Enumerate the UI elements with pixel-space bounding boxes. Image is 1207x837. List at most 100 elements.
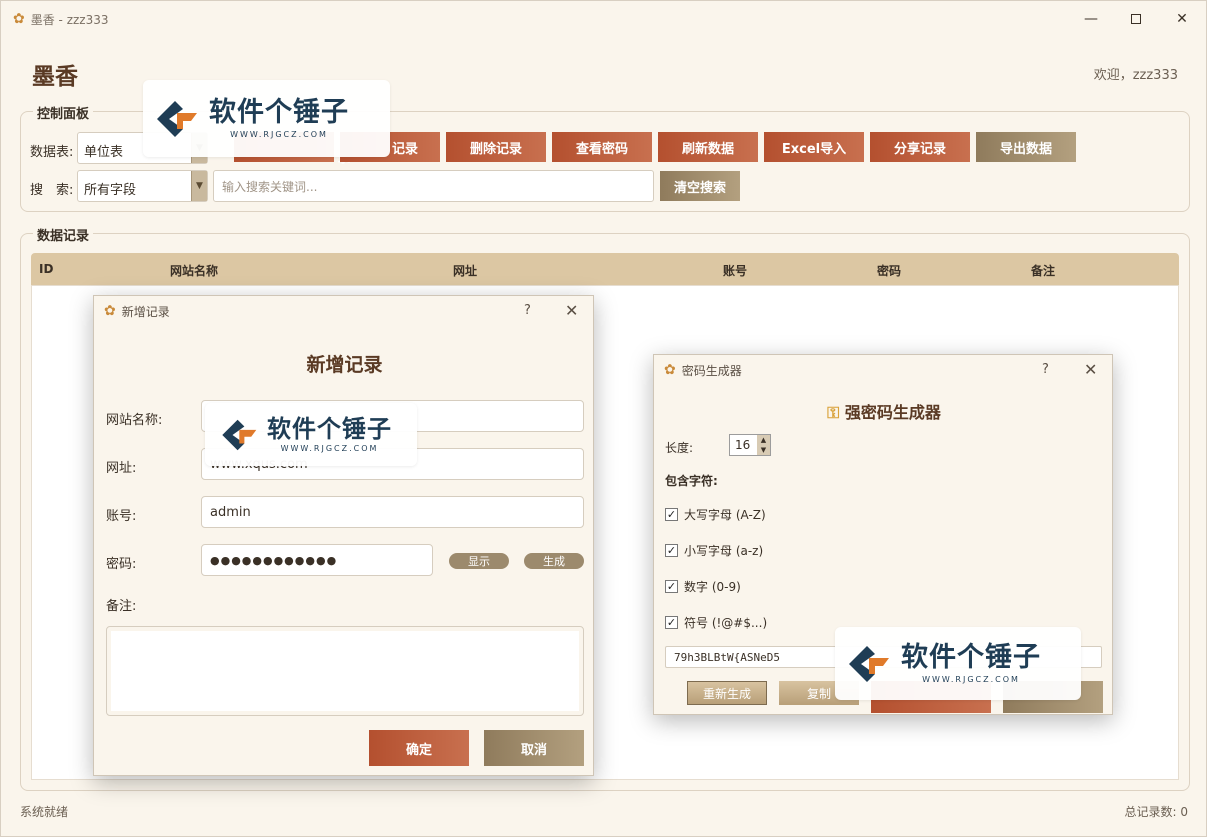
confirm-label: 确定 (405, 742, 432, 758)
checkbox-checked-icon[interactable]: ✓ (665, 508, 678, 521)
length-label: 长度: (665, 441, 694, 455)
add-record-dialog: ✿ 新增记录 ? ✕ 新增记录 网站名称: 网址: www.xqus.com 账… (93, 295, 594, 776)
app-title: 墨香 (32, 64, 78, 90)
pwd-dialog-titlebar: ✿ 密码生成器 ? ✕ (654, 355, 1112, 385)
delete-record-button[interactable]: 删除记录 (446, 132, 546, 162)
pwd-dialog-title: 密码生成器 (681, 363, 742, 378)
excel-import-label: Excel导入 (781, 141, 847, 157)
cancel-button[interactable]: 取消 (484, 730, 584, 766)
maple-leaf-icon: ✿ (13, 11, 25, 27)
checkbox-checked-icon[interactable]: ✓ (665, 544, 678, 557)
password-input[interactable]: ●●●●●●●●●●●● (201, 544, 433, 576)
generated-password: 79h3BLBtW{ASNeD5 (674, 650, 780, 664)
add-dialog-heading: 新增记录 (306, 354, 383, 376)
help-button[interactable]: ? (1042, 362, 1049, 377)
watermark-text-block: 软件个锤子 WWW.RJGCZ.COM (267, 416, 392, 453)
maximize-icon (1131, 14, 1141, 24)
lowercase-option[interactable]: ✓ 小写字母 (a-z) (665, 542, 763, 559)
help-button[interactable]: ? (524, 303, 531, 318)
length-value: 16 (735, 438, 751, 452)
note-label: 备注: (106, 599, 137, 614)
close-icon[interactable]: ✕ (565, 301, 578, 320)
symbols-label: 符号 (!@#$...) (684, 616, 768, 630)
search-input[interactable]: 输入搜索关键词... (213, 170, 654, 202)
minimize-button[interactable]: — (1068, 1, 1114, 37)
show-password-button[interactable]: 显示 (449, 553, 509, 569)
lowercase-label: 小写字母 (a-z) (684, 544, 764, 558)
column-id[interactable]: ID (39, 262, 53, 276)
regenerate-label: 重新生成 (702, 686, 751, 701)
password-label: 密码: (106, 557, 137, 572)
length-spinbox[interactable]: 16 ▲ ▼ (729, 434, 771, 456)
welcome-text: 欢迎，zzz333 (1093, 68, 1178, 83)
password-value: ●●●●●●●●●●●● (210, 553, 338, 567)
account-value: admin (210, 504, 251, 520)
generate-label: 生成 (543, 555, 565, 568)
uppercase-option[interactable]: ✓ 大写字母 (A-Z) (665, 506, 766, 523)
account-label: 账号: (106, 509, 137, 524)
excel-import-button[interactable]: Excel导入 (764, 132, 864, 162)
watermark-sub: WWW.RJGCZ.COM (280, 444, 379, 453)
add-dialog-titlebar: ✿ 新增记录 ? ✕ (94, 296, 593, 326)
spin-arrows-icon[interactable]: ▲ ▼ (757, 435, 770, 455)
column-password[interactable]: 密码 (877, 262, 901, 279)
checkbox-checked-icon[interactable]: ✓ (665, 580, 678, 593)
regenerate-button[interactable]: 重新生成 (687, 681, 767, 705)
table-label: 数据表: (30, 145, 74, 160)
digits-option[interactable]: ✓ 数字 (0-9) (665, 578, 741, 595)
copy-label: 复制 (806, 686, 831, 701)
export-data-button[interactable]: 导出数据 (976, 132, 1076, 162)
checkbox-checked-icon[interactable]: ✓ (665, 616, 678, 629)
close-icon[interactable]: ✕ (1084, 360, 1097, 379)
search-placeholder: 输入搜索关键词... (222, 179, 318, 194)
search-field-select[interactable]: 所有字段 ▼ (77, 170, 208, 202)
watermark-logo: 软件个锤子 WWW.RJGCZ.COM (205, 403, 417, 466)
refresh-data-label: 刷新数据 (681, 141, 734, 157)
clear-search-label: 清空搜索 (673, 180, 726, 196)
column-url[interactable]: 网址 (453, 262, 477, 279)
clear-search-button[interactable]: 清空搜索 (660, 171, 740, 201)
account-input[interactable]: admin (201, 496, 584, 528)
close-icon: ✕ (1176, 11, 1188, 27)
column-account[interactable]: 账号 (723, 262, 747, 279)
watermark-text-block: 软件个锤子 WWW.RJGCZ.COM (901, 642, 1041, 685)
export-data-label: 导出数据 (999, 141, 1052, 157)
search-field-value: 所有字段 (84, 183, 137, 198)
column-note[interactable]: 备注 (1031, 262, 1055, 279)
key-icon: ⚿ (827, 403, 840, 422)
records-title: 数据记录 (33, 225, 94, 244)
watermark-text: 软件个锤子 (209, 97, 349, 128)
window-title: 墨香 - zzz333 (30, 12, 109, 27)
pwd-heading-text: 强密码生成器 (844, 403, 941, 422)
watermark-text: 软件个锤子 (267, 415, 392, 443)
digits-label: 数字 (0-9) (684, 580, 741, 594)
cancel-label: 取消 (520, 742, 547, 758)
table-header: ID 网站名称 网址 账号 密码 备注 (31, 253, 1179, 285)
watermark-logo: 软件个锤子 WWW.RJGCZ.COM (835, 627, 1081, 700)
watermark-logo-icon (155, 99, 203, 139)
watermark-text: 软件个锤子 (901, 642, 1041, 673)
site-name-label: 网站名称: (106, 413, 163, 428)
refresh-data-button[interactable]: 刷新数据 (658, 132, 758, 162)
note-textarea[interactable] (106, 626, 584, 716)
control-panel-title: 控制面板 (33, 103, 94, 122)
close-button[interactable]: ✕ (1159, 1, 1205, 37)
generate-password-button[interactable]: 生成 (524, 553, 584, 569)
confirm-button[interactable]: 确定 (369, 730, 469, 766)
maximize-button[interactable] (1113, 1, 1159, 37)
view-password-label: 查看密码 (575, 141, 628, 157)
watermark-sub: WWW.RJGCZ.COM (230, 130, 328, 139)
search-label: 搜 索: (30, 183, 74, 198)
share-record-button[interactable]: 分享记录 (870, 132, 970, 162)
url-label: 网址: (106, 461, 137, 476)
column-site-name[interactable]: 网站名称 (170, 262, 218, 279)
table-select-value: 单位表 (84, 145, 124, 160)
title-bar: ✿ 墨香 - zzz333 — ✕ (1, 1, 1206, 37)
record-count: 总记录数: 0 (1124, 805, 1189, 819)
watermark-logo-icon (221, 418, 262, 452)
watermark-text-block: 软件个锤子 WWW.RJGCZ.COM (209, 97, 349, 140)
symbols-option[interactable]: ✓ 符号 (!@#$...) (665, 614, 767, 631)
view-password-button[interactable]: 查看密码 (552, 132, 652, 162)
show-label: 显示 (468, 555, 490, 568)
status-text: 系统就绪 (20, 805, 69, 819)
